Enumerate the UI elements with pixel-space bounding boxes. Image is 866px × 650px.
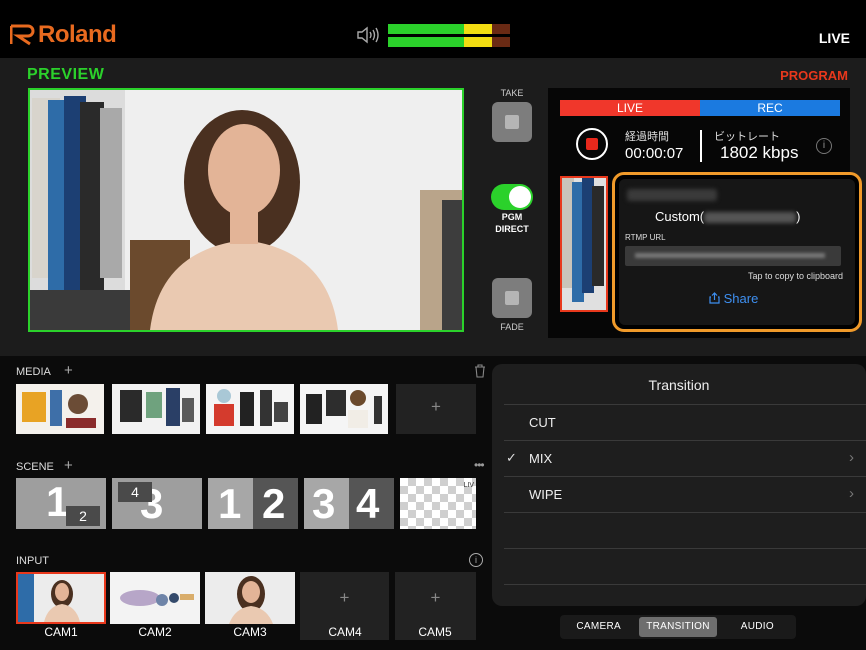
fade-square-icon (505, 291, 519, 305)
popover-content: Custom() RTMP URL Tap to copy to clipboa… (619, 179, 855, 325)
tab-transition[interactable]: TRANSITION (639, 617, 717, 637)
take-label: TAKE (500, 88, 524, 98)
tab-camera[interactable]: CAMERA (560, 615, 637, 639)
blurred-stream-title (627, 189, 717, 201)
preview-scene-image (30, 90, 462, 330)
switch-controls: TAKE PGM DIRECT FADE (480, 84, 544, 338)
scene-add-icon[interactable]: + (64, 457, 73, 474)
transition-empty-row (504, 512, 866, 548)
cam1-label: CAM1 (44, 625, 78, 639)
transition-item-cut[interactable]: CUT (504, 404, 866, 440)
chevron-right-icon: › (849, 485, 854, 502)
roland-mark-icon (10, 24, 35, 46)
scene-5-corner: LIV (463, 482, 474, 489)
copy-hint: Tap to copy to clipboard (747, 271, 843, 281)
program-scene-image (562, 178, 606, 310)
program-video[interactable] (560, 176, 608, 312)
media-thumb-1[interactable] (16, 384, 104, 434)
pgm-direct-label-1: PGM (501, 212, 523, 222)
share-button[interactable]: Share (709, 291, 758, 306)
transition-item-wipe[interactable]: WIPE › (504, 476, 866, 512)
media-thumb-4[interactable] (300, 384, 388, 434)
scene-1-sub: 2 (66, 506, 100, 526)
media-thumb-3[interactable] (206, 384, 294, 434)
input-info-icon[interactable]: i (469, 553, 483, 567)
cam3-thumb[interactable] (205, 572, 295, 624)
trash-icon[interactable] (474, 364, 486, 378)
scene-3-left: 1 (218, 480, 242, 527)
fade-button[interactable] (492, 278, 532, 318)
preview-video[interactable] (28, 88, 464, 332)
scene-label: SCENE (16, 461, 54, 473)
stream-info-popover: Custom() RTMP URL Tap to copy to clipboa… (612, 172, 862, 332)
scene-4-left: 3 (312, 480, 336, 527)
scene-tile-4[interactable]: 3 4 (304, 478, 394, 529)
scene-4-right: 4 (356, 480, 380, 527)
share-icon (709, 292, 720, 304)
cam4-label: CAM4 (328, 625, 362, 639)
control-tabs: CAMERA TRANSITION AUDIO (560, 615, 796, 639)
media-add-icon[interactable]: + (64, 362, 73, 379)
cam2-thumb[interactable] (110, 572, 200, 624)
top-bar: Roland LIVE (0, 0, 866, 58)
stats-divider (700, 130, 702, 162)
media-thumb-2[interactable] (112, 384, 200, 434)
pgm-direct-toggle[interactable] (491, 184, 533, 210)
scene-3-right: 2 (262, 480, 286, 527)
transition-panel: Transition CUT ✓ MIX › WIPE › (492, 364, 866, 606)
brand-name: Roland (38, 21, 117, 48)
live-status: LIVE (818, 30, 850, 46)
cam5-label: CAM5 (418, 625, 452, 639)
share-label: Share (723, 291, 759, 306)
audio-meter-left (388, 24, 510, 34)
rec-tab[interactable]: REC (700, 100, 840, 116)
elapsed-time-label: 経過時間 (625, 131, 669, 143)
take-arrow-icon (505, 115, 519, 129)
take-button[interactable] (492, 102, 532, 142)
scene-tile-1[interactable]: 1 2 (16, 478, 106, 529)
media-label: MEDIA (16, 366, 51, 378)
stream-info-icon[interactable]: i (816, 138, 832, 154)
scene-tile-3[interactable]: 1 2 (208, 478, 298, 529)
scene-more-icon[interactable]: ••• (474, 458, 485, 472)
bitrate-value: 1802 kbps (720, 143, 799, 162)
scene-tile-2[interactable]: 3 4 (112, 478, 202, 529)
scene-tile-5[interactable]: LIV (400, 478, 476, 529)
cam3-label: CAM3 (233, 625, 267, 639)
rtmp-url-label: RTMP URL (625, 233, 666, 242)
stream-status-bar: LIVE REC (560, 100, 840, 116)
chevron-right-icon: › (849, 449, 854, 466)
transition-empty-row (504, 548, 866, 584)
scene-2-sub: 4 (118, 482, 152, 502)
media-add-tile[interactable]: + (396, 384, 476, 434)
preview-title: PREVIEW (27, 66, 105, 83)
transition-title: Transition (648, 377, 710, 393)
record-button[interactable] (576, 128, 608, 160)
custom-service-label: Custom() (655, 209, 801, 224)
pgm-direct-label-2: DIRECT (495, 224, 529, 234)
bitrate-label: ビットレート (714, 131, 780, 143)
live-tab[interactable]: LIVE (560, 100, 700, 116)
fade-label: FADE (500, 322, 524, 332)
checkmark-icon: ✓ (506, 450, 517, 465)
rtmp-url-field[interactable] (625, 246, 841, 266)
audio-meter-right (388, 37, 510, 47)
transition-item-mix[interactable]: ✓ MIX › (504, 440, 866, 476)
input-label: INPUT (16, 555, 49, 567)
record-stop-icon (586, 138, 598, 150)
transition-empty-row (504, 584, 866, 604)
cam2-label: CAM2 (138, 625, 172, 639)
cam1-thumb[interactable] (16, 572, 106, 624)
elapsed-time-value: 00:00:07 (625, 145, 684, 162)
roland-logo: Roland (10, 20, 140, 50)
speaker-icon[interactable] (356, 25, 380, 45)
program-title: PROGRAM (780, 68, 848, 83)
tab-audio[interactable]: AUDIO (719, 615, 796, 639)
